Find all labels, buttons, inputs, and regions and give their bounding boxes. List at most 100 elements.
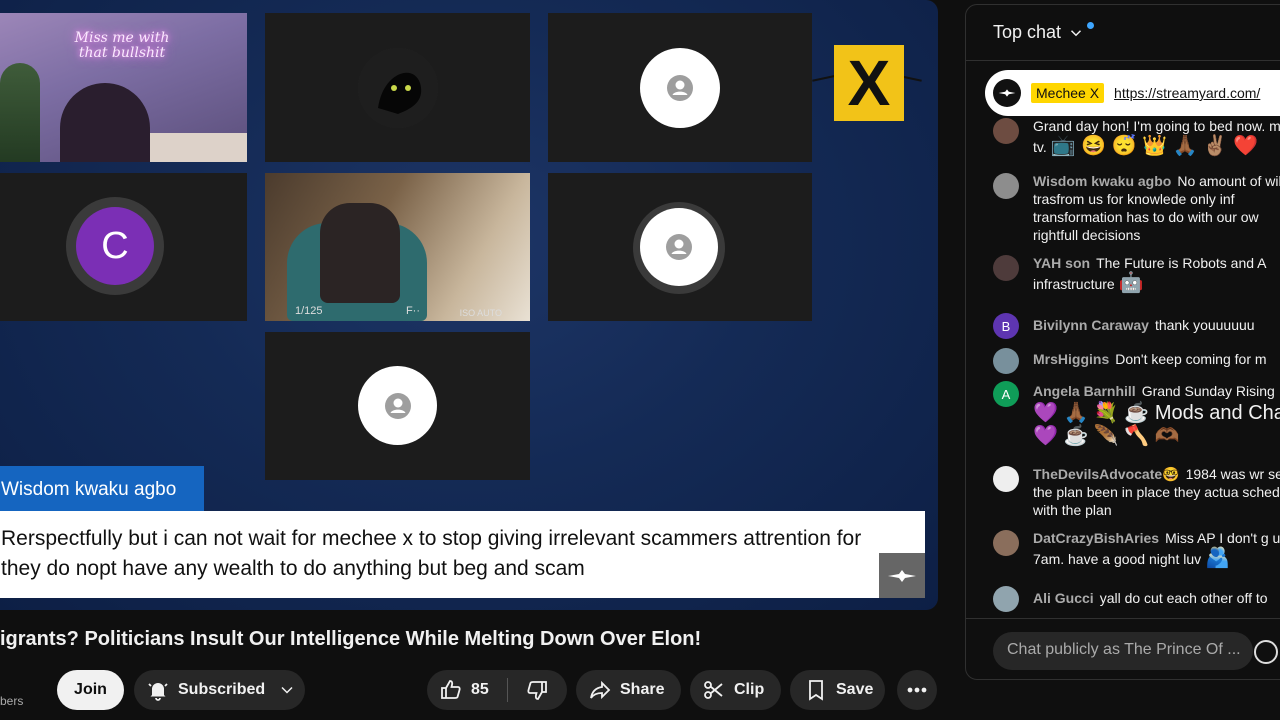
chevron-down-icon <box>281 686 293 694</box>
share-icon <box>590 680 611 700</box>
default-avatar-icon <box>640 48 720 128</box>
chat-emojis: 🫂 <box>1205 547 1230 569</box>
bookmark-icon <box>809 680 823 701</box>
more-actions-button[interactable] <box>897 670 937 710</box>
chat-avatar <box>993 530 1019 556</box>
default-avatar-icon <box>358 366 437 445</box>
chevron-down-icon <box>1071 29 1082 36</box>
subscribed-button[interactable]: Subscribed <box>134 670 305 710</box>
thumbs-down-icon <box>527 681 547 700</box>
chat-message: Ali Gucci yall do cut each other off to <box>993 585 1280 612</box>
clip-label: Clip <box>734 681 765 698</box>
chat-body: Bivilynn Caraway thank youuuuuu <box>1033 316 1255 339</box>
chat-author[interactable]: Bivilynn Caraway <box>1033 317 1149 333</box>
channel-logo-x: X <box>834 45 904 121</box>
notification-dot <box>1087 22 1095 29</box>
participant-tile-c: C <box>0 173 247 321</box>
chat-body: TheDevilsAdvocate🤓1984 was wr see the pl… <box>1033 465 1280 519</box>
chat-message: DatCrazyBishAriesMiss AP I don't g until… <box>993 529 1280 569</box>
save-button[interactable]: Save <box>790 670 885 710</box>
camera-label: F·· <box>405 305 420 317</box>
chat-message: A Angela Barnhill Grand Sunday Rising 💜 🙏… <box>993 380 1280 448</box>
thumbs-up-icon <box>441 680 461 699</box>
scissors-icon <box>704 681 723 699</box>
participant-video-host: Miss me with that bullshit <box>0 13 247 162</box>
chat-body: MrsHiggins Don't keep coming for m <box>1033 350 1267 374</box>
banner-message-text: Rerspectfully but i can not wait for mec… <box>1 527 862 580</box>
chat-text: thank youuuuuu <box>1154 317 1255 333</box>
join-button[interactable]: Join <box>57 670 124 710</box>
like-button[interactable]: 85 <box>427 678 507 702</box>
chat-author[interactable]: Angela Barnhill <box>1033 383 1136 399</box>
participant-tile-6 <box>548 173 812 321</box>
banner-message: Rerspectfully but i can not wait for mec… <box>0 511 925 598</box>
plant-decoration <box>0 63 40 162</box>
chat-author[interactable]: YAH son <box>1033 255 1090 271</box>
chat-avatar <box>993 255 1019 281</box>
subscriber-count: bers <box>0 694 24 708</box>
participant-tile-2 <box>265 13 530 162</box>
participant-video-guest: 1/125 F·· ISO AUTO <box>265 173 530 321</box>
bell-icon <box>148 683 168 701</box>
participant-tile-7 <box>265 332 530 480</box>
chat-body: DatCrazyBishAriesMiss AP I don't g until… <box>1033 529 1280 569</box>
chat-message: B Bivilynn Caraway thank youuuuuu <box>993 312 1280 339</box>
more-horizontal-icon <box>907 687 927 693</box>
subscribed-label: Subscribed <box>178 681 266 698</box>
video-player[interactable]: Miss me with that bullshit C 1/125 F·· I… <box>0 0 938 610</box>
chat-header[interactable]: Top chat <box>966 5 1280 61</box>
emoji-picker-icon[interactable] <box>1254 640 1278 664</box>
chat-text: yall do cut each other off to <box>1099 590 1268 606</box>
like-dislike-group: 85 <box>427 670 567 710</box>
camera-counter: 1/125 <box>295 305 323 317</box>
participant-avatar-image <box>358 48 438 128</box>
chat-message: Grand day hon! I'm going to bed now. my … <box>993 117 1280 157</box>
chat-message: Wisdom kwaku agbo No amount of will trasf… <box>993 172 1280 244</box>
clip-button[interactable]: Clip <box>690 670 781 710</box>
chat-avatar <box>993 586 1019 612</box>
chat-avatar <box>993 466 1019 492</box>
chat-avatar <box>993 348 1019 374</box>
guest-figure <box>320 203 400 303</box>
chat-body: Wisdom kwaku agbo No amount of will trasf… <box>1033 172 1280 244</box>
chat-message: YAH son The Future is Robots and A infras… <box>993 254 1280 294</box>
like-count: 85 <box>471 681 489 698</box>
pinned-author-badge: Mechee X <box>1031 83 1105 103</box>
chat-author[interactable]: DatCrazyBishAries <box>1033 530 1159 546</box>
chat-avatar: B <box>993 313 1019 339</box>
participant-tile-3 <box>548 13 812 162</box>
pinned-link[interactable]: https://streamyard.com/ <box>1114 85 1260 101</box>
bird-logo-icon <box>879 553 925 598</box>
participant-figure <box>60 83 150 162</box>
chat-avatar <box>993 173 1019 199</box>
chat-message: MrsHiggins Don't keep coming for m <box>993 347 1280 374</box>
chat-author[interactable]: MrsHiggins <box>1033 351 1109 367</box>
chat-body: Angela Barnhill Grand Sunday Rising 💜 🙏🏾 … <box>1033 380 1280 448</box>
live-chat-panel: Top chat Mechee X https://streamyard.com… <box>965 4 1280 680</box>
chat-avatar <box>993 118 1019 144</box>
chat-emojis: 📺 😆 😴 👑 🙏🏾 ✌🏽 ❤️ <box>1050 135 1259 157</box>
chat-author[interactable]: Ali Gucci <box>1033 590 1094 606</box>
chat-input-row: Chat publicly as The Prince Of ... <box>966 618 1280 679</box>
chat-input[interactable]: Chat publicly as The Prince Of ... <box>993 632 1253 670</box>
chat-avatar: A <box>993 381 1019 407</box>
dislike-button[interactable] <box>508 678 566 702</box>
share-button[interactable]: Share <box>576 670 681 710</box>
desk <box>150 133 247 162</box>
chat-author[interactable]: Wisdom kwaku agbo <box>1033 173 1171 189</box>
share-label: Share <box>620 681 665 698</box>
chat-mode-title: Top chat <box>993 22 1062 42</box>
chat-author[interactable]: TheDevilsAdvocate🤓 <box>1033 466 1180 482</box>
banner-author: Wisdom kwaku agbo <box>0 466 204 511</box>
chat-message: TheDevilsAdvocate🤓1984 was wr see the pl… <box>993 465 1280 519</box>
chat-emojis: 🤖 <box>1118 272 1144 294</box>
save-label: Save <box>836 681 874 698</box>
chat-body: Ali Gucci yall do cut each other off to <box>1033 589 1268 612</box>
chat-text: Grand Sunday Rising <box>1141 383 1275 399</box>
chat-message-list[interactable]: Grand day hon! I'm going to bed now. my … <box>966 62 1280 618</box>
chat-body: YAH son The Future is Robots and A infras… <box>1033 254 1280 294</box>
participant-letter-avatar: C <box>76 207 154 285</box>
chat-text: Don't keep coming for m <box>1115 351 1267 367</box>
pinned-message[interactable]: Mechee X https://streamyard.com/ <box>985 70 1280 116</box>
default-avatar-icon <box>640 208 718 286</box>
